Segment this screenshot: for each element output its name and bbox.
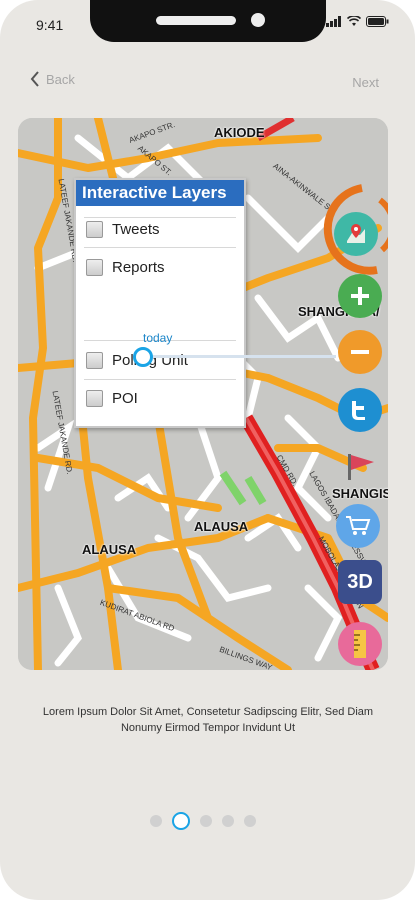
time-slider-handle[interactable] bbox=[133, 347, 153, 367]
report-flag-button[interactable] bbox=[338, 444, 382, 488]
tweets-checkbox[interactable] bbox=[86, 221, 103, 238]
time-slider-label: today bbox=[143, 331, 173, 345]
map-label-place: SHANGISH bbox=[332, 486, 388, 501]
zoom-out-button[interactable] bbox=[338, 330, 382, 374]
back-button[interactable]: Back bbox=[30, 71, 75, 87]
layer-reports[interactable]: Reports bbox=[86, 259, 165, 276]
layer-label: Reports bbox=[112, 259, 165, 276]
phone-frame: 9:41 Back Next AKIODE SHANGISHA/ SHANGIS… bbox=[0, 0, 415, 900]
back-label: Back bbox=[46, 71, 75, 87]
page-dot-active[interactable] bbox=[172, 812, 190, 830]
3d-view-button[interactable]: 3D bbox=[338, 560, 382, 604]
interactive-layers-panel: Interactive Layers Tweets Reports Pollin… bbox=[74, 178, 246, 428]
wifi-icon bbox=[347, 16, 361, 26]
layer-tweets[interactable]: Tweets bbox=[86, 221, 160, 238]
polling-unit-checkbox[interactable] bbox=[86, 352, 103, 369]
location-ring-icon bbox=[323, 184, 388, 275]
battery-icon bbox=[366, 16, 389, 27]
divider bbox=[84, 379, 236, 380]
page-dot[interactable] bbox=[244, 815, 256, 827]
speaker-icon bbox=[156, 16, 236, 25]
time-slider-track[interactable] bbox=[140, 355, 336, 358]
status-time: 9:41 bbox=[36, 17, 64, 33]
camera-icon bbox=[251, 13, 265, 27]
zoom-in-button[interactable] bbox=[338, 274, 382, 318]
measure-ruler-button[interactable] bbox=[338, 622, 382, 666]
page-dot[interactable] bbox=[222, 815, 234, 827]
layer-poi[interactable]: POI bbox=[86, 390, 138, 407]
plus-icon bbox=[351, 287, 369, 305]
ruler-icon bbox=[354, 630, 366, 658]
page-dot[interactable] bbox=[150, 815, 162, 827]
pagination-dots bbox=[150, 812, 256, 830]
status-icons bbox=[326, 16, 389, 27]
reports-checkbox[interactable] bbox=[86, 259, 103, 276]
layer-label: POI bbox=[112, 390, 138, 407]
divider bbox=[84, 217, 236, 218]
poi-checkbox[interactable] bbox=[86, 390, 103, 407]
shopping-cart-button[interactable] bbox=[336, 504, 380, 548]
map-label-place: ALAUSA bbox=[82, 542, 137, 557]
twitter-button[interactable] bbox=[338, 388, 382, 432]
3d-label: 3D bbox=[347, 570, 373, 593]
minus-icon bbox=[351, 350, 369, 354]
map-label-place: AKIODE bbox=[214, 125, 265, 140]
divider bbox=[84, 247, 236, 248]
flag-icon bbox=[348, 454, 374, 480]
panel-title: Interactive Layers bbox=[76, 180, 244, 206]
chevron-left-icon bbox=[30, 71, 39, 87]
layer-label: Tweets bbox=[112, 221, 160, 238]
next-button[interactable]: Next bbox=[352, 75, 379, 90]
twitter-icon bbox=[352, 401, 365, 420]
shopping-cart-icon bbox=[346, 516, 371, 535]
signal-icon bbox=[326, 16, 341, 27]
caption-text: Lorem Ipsum Dolor Sit Amet, Consetetur S… bbox=[42, 706, 374, 734]
page-dot[interactable] bbox=[200, 815, 212, 827]
map-label-place: ALAUSA bbox=[194, 519, 249, 534]
phone-notch bbox=[90, 0, 326, 42]
